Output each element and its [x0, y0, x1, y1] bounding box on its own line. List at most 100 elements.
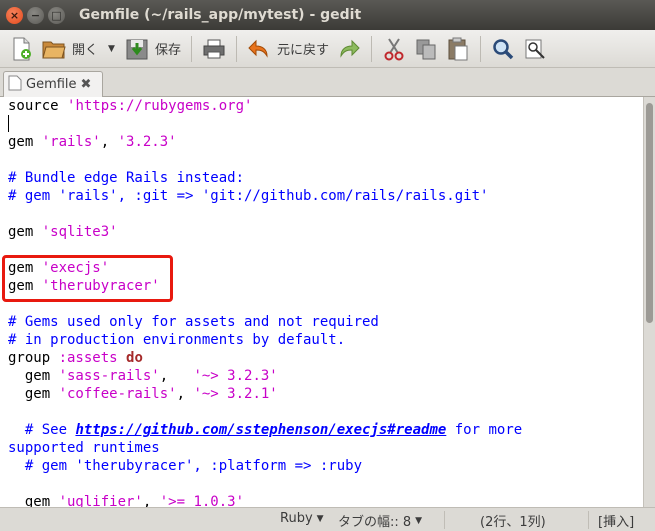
save-button[interactable]: 保存 — [121, 33, 185, 65]
undo-button[interactable]: 元に戻す — [243, 33, 333, 65]
scrollbar-thumb[interactable] — [646, 103, 653, 323]
find-replace-button[interactable] — [519, 33, 551, 65]
search-icon — [491, 37, 515, 61]
code-line: # in production environments by default. — [8, 331, 345, 349]
code-token: '~> 3.2.3' — [193, 368, 278, 384]
code-token: do — [126, 350, 143, 366]
insert-mode-label: [挿入] — [598, 515, 635, 530]
code-line: source 'https://rubygems.org' — [8, 97, 252, 115]
scissors-icon — [382, 37, 406, 61]
cursor-position-label: (2行、1列) — [480, 515, 546, 530]
code-token: gem — [8, 368, 59, 384]
undo-icon — [247, 37, 271, 61]
code-token: , — [159, 368, 194, 384]
insert-mode: [挿入] — [598, 511, 634, 530]
redo-button[interactable] — [333, 33, 365, 65]
tab-gemfile[interactable]: Gemfile ✖ — [3, 71, 103, 97]
code-token: '~> 3.2.1' — [193, 386, 278, 402]
code-line: gem 'coffee-rails', '~> 3.2.1' — [8, 385, 278, 403]
code-token: # gem 'rails', :git => 'git://github.com… — [8, 188, 489, 204]
code-token: gem — [8, 134, 42, 150]
chevron-down-icon: ▼ — [316, 513, 324, 524]
print-button[interactable] — [198, 33, 230, 65]
code-token: source — [8, 98, 68, 114]
code-line: # gem 'therubyracer', :platform => :ruby — [8, 457, 362, 475]
code-token: # in production environments by default. — [8, 332, 346, 348]
open-label: 開く — [72, 43, 99, 58]
code-token: , — [100, 134, 118, 150]
tab-label: Gemfile — [26, 77, 77, 92]
text-editor[interactable]: source 'https://rubygems.org' gem 'rails'… — [0, 97, 643, 507]
tab-width-selector[interactable]: タブの幅:: 8 ▼ — [338, 511, 422, 530]
code-line: gem 'uglifier', '>= 1.0.3' — [8, 493, 244, 507]
title-bar: × − □ Gemfile (~/rails_app/mytest) - ged… — [0, 0, 655, 30]
code-line: # See https://github.com/sstephenson/exe… — [8, 421, 522, 439]
code-token: :assets — [58, 350, 118, 366]
code-token: 'https://rubygems.org' — [67, 98, 253, 114]
toolbar-separator — [479, 35, 481, 62]
code-token: 'sqlite3' — [41, 224, 118, 240]
code-line: # Bundle edge Rails instead: — [8, 169, 244, 187]
save-icon — [125, 37, 149, 61]
folder-icon — [42, 37, 66, 61]
code-token: '>= 1.0.3' — [159, 494, 245, 507]
minimize-window-button[interactable]: − — [27, 6, 44, 24]
code-token: # gem 'therubyracer', :platform => :ruby — [8, 458, 363, 474]
code-token: gem — [8, 494, 59, 507]
code-line: supported runtimes — [8, 439, 160, 457]
status-separator — [588, 511, 589, 529]
code-line: gem 'rails', '3.2.3' — [8, 133, 177, 151]
copy-button[interactable] — [410, 33, 442, 65]
new-document-button[interactable] — [6, 33, 38, 65]
language-selector[interactable]: Ruby ▼ — [280, 511, 324, 526]
code-token: 'rails' — [41, 134, 101, 150]
toolbar-separator — [235, 35, 237, 62]
vertical-scrollbar[interactable] — [643, 97, 655, 507]
close-tab-icon[interactable]: ✖ — [81, 77, 92, 92]
chevron-down-icon: ▼ — [415, 515, 423, 526]
code-token: gem — [8, 224, 42, 240]
minimize-icon: − — [30, 8, 41, 22]
cut-button[interactable] — [378, 33, 410, 65]
code-link[interactable]: https://github.com/sstephenson/execjs#re… — [75, 422, 446, 438]
code-line: gem 'sass-rails', '~> 3.2.3' — [8, 367, 278, 385]
status-separator — [444, 511, 445, 529]
code-token: 'uglifier' — [58, 494, 143, 507]
new-document-icon — [10, 37, 34, 61]
document-icon — [8, 75, 22, 95]
code-token: supported runtimes — [8, 440, 160, 456]
code-token: , — [142, 494, 160, 507]
paste-button[interactable] — [442, 33, 474, 65]
tab-bar: Gemfile ✖ — [0, 68, 655, 97]
printer-icon — [202, 37, 226, 61]
toolbar: 開く ▼ 保存 元に戻す — [0, 30, 655, 68]
find-button[interactable] — [487, 33, 519, 65]
code-line: gem 'sqlite3' — [8, 223, 118, 241]
maximize-window-button[interactable]: □ — [48, 6, 65, 24]
text-cursor — [8, 115, 9, 132]
status-bar: Ruby ▼ タブの幅:: 8 ▼ (2行、1列) [挿入] — [0, 507, 655, 531]
open-button[interactable]: 開く — [38, 33, 102, 65]
cursor-position: (2行、1列) — [480, 511, 546, 530]
close-icon: × — [9, 8, 20, 22]
code-line: # Gems used only for assets and not requ… — [8, 313, 379, 331]
find-replace-icon — [523, 37, 547, 61]
save-label: 保存 — [154, 43, 181, 58]
code-token: for more — [446, 422, 523, 438]
code-token: 'sass-rails' — [58, 368, 160, 384]
open-dropdown-button[interactable]: ▼ — [102, 33, 121, 65]
code-token: group — [8, 350, 59, 366]
code-token: # Gems used only for assets and not requ… — [8, 314, 379, 330]
code-token: '3.2.3' — [117, 134, 177, 150]
code-token: # Bundle edge Rails instead: — [8, 170, 245, 186]
language-label: Ruby — [280, 511, 313, 526]
window-title: Gemfile (~/rails_app/mytest) - gedit — [79, 7, 362, 23]
redo-icon — [337, 37, 361, 61]
code-line: # gem 'rails', :git => 'git://github.com… — [8, 187, 488, 205]
close-window-button[interactable]: × — [6, 6, 23, 24]
toolbar-separator — [190, 35, 192, 62]
code-token: # See — [8, 422, 76, 438]
code-token: 'coffee-rails' — [58, 386, 177, 402]
code-token: gem — [8, 386, 59, 402]
